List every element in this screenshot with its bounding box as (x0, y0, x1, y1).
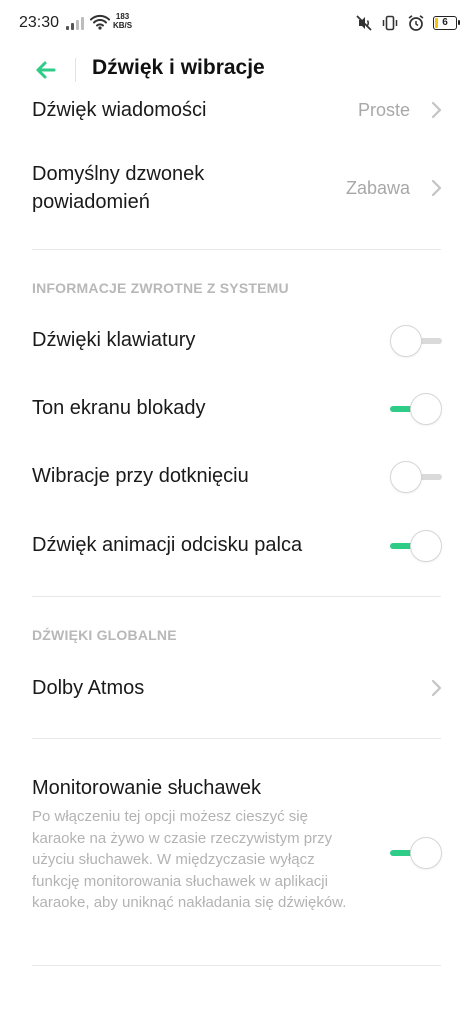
section-title-global-sounds: DŹWIĘKI GLOBALNE (32, 627, 177, 643)
fingerprint-sound-toggle[interactable] (390, 530, 442, 562)
divider (32, 965, 441, 966)
notification-ringtone-value: Zabawa (345, 178, 410, 198)
message-sound-value: Proste (357, 100, 410, 120)
signal-strength-icon (66, 16, 86, 30)
network-speed: 183 KB/S (113, 12, 132, 30)
status-bar: 23:30 183 KB/S 6 (0, 0, 473, 46)
divider (32, 738, 441, 739)
lock-screen-tone-row[interactable]: Ton ekranu blokady (0, 390, 473, 426)
vibrate-icon (382, 15, 398, 31)
header-divider (75, 58, 76, 82)
wifi-icon (90, 14, 110, 30)
touch-vibration-toggle[interactable] (390, 461, 442, 493)
lock-screen-tone-label: Ton ekranu blokady (32, 397, 206, 419)
app-header: Dźwięk i wibracje (0, 46, 473, 94)
notification-ringtone-row[interactable]: Domyślny dzwonek powiadomień Zabawa (0, 156, 473, 220)
network-speed-value: 183 (115, 12, 130, 21)
alarm-icon (408, 15, 424, 31)
status-icons-right: 6 (355, 12, 460, 34)
section-title-system-feedback: INFORMACJE ZWROTNE Z SYSTEMU (32, 280, 289, 296)
chevron-right-icon (431, 179, 442, 197)
notification-ringtone-label: Domyślny dzwonek powiadomień (32, 163, 205, 213)
fingerprint-sound-label: Dźwięk animacji odcisku palca (32, 534, 303, 556)
mute-vibrate-icon (356, 15, 372, 31)
headphone-monitoring-label: Monitorowanie słuchawek (32, 777, 262, 799)
message-sound-row[interactable]: Dźwięk wiadomości Proste (0, 94, 473, 126)
fingerprint-sound-row[interactable]: Dźwięk animacji odcisku palca (0, 527, 473, 563)
network-speed-unit: KB/S (113, 21, 133, 30)
dolby-atmos-label: Dolby Atmos (32, 677, 145, 699)
chevron-right-icon (431, 679, 442, 697)
status-time: 23:30 (19, 14, 60, 31)
touch-vibration-label: Wibracje przy dotknięciu (32, 465, 249, 487)
lock-screen-tone-toggle[interactable] (390, 393, 442, 425)
battery-icon: 6 (433, 16, 460, 30)
battery-level: 6 (442, 17, 448, 28)
settings-list[interactable]: Dźwięk wiadomości Proste Domyślny dzwone… (0, 94, 473, 1024)
headphone-monitoring-row[interactable]: Monitorowanie słuchawek Po włączeniu tej… (0, 772, 473, 942)
back-arrow-icon[interactable] (30, 54, 62, 86)
message-sound-label: Dźwięk wiadomości (32, 99, 207, 121)
keyboard-sounds-label: Dźwięki klawiatury (32, 329, 196, 351)
keyboard-sounds-toggle[interactable] (390, 325, 442, 357)
dolby-atmos-row[interactable]: Dolby Atmos (0, 670, 473, 706)
chevron-right-icon (431, 101, 442, 119)
headphone-monitoring-description: Po włączeniu tej opcji możesz cieszyć si… (32, 808, 347, 911)
headphone-monitoring-toggle[interactable] (390, 837, 442, 869)
keyboard-sounds-row[interactable]: Dźwięki klawiatury (0, 322, 473, 358)
page-title: Dźwięk i wibracje (92, 56, 265, 79)
divider (32, 249, 441, 250)
touch-vibration-row[interactable]: Wibracje przy dotknięciu (0, 458, 473, 494)
divider (32, 596, 441, 597)
